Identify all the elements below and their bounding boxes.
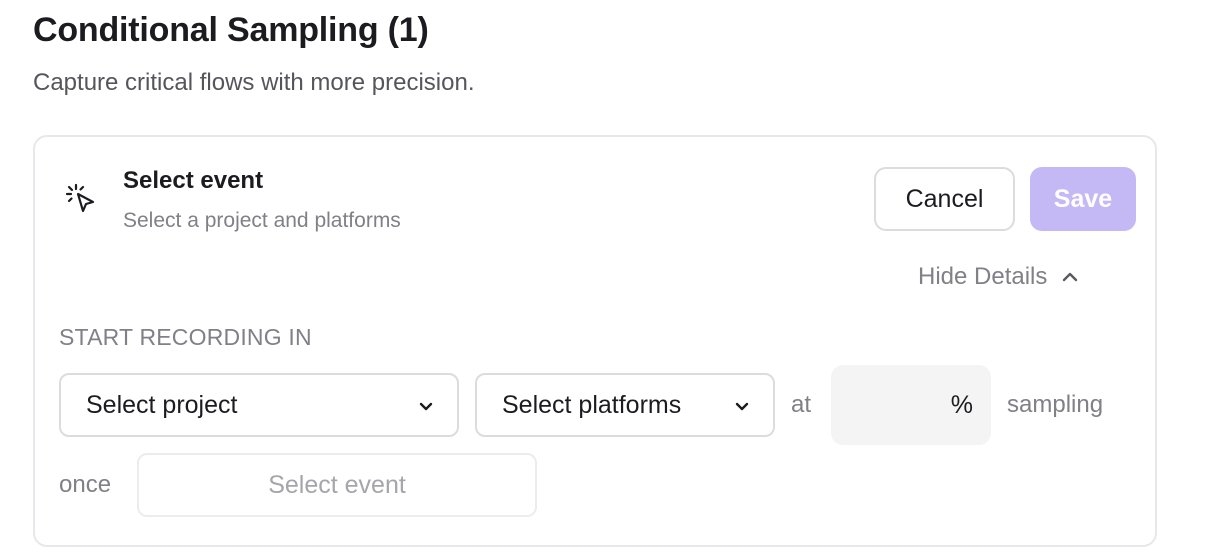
start-recording-label: START RECORDING IN (59, 324, 312, 350)
hide-details-label: Hide Details (918, 263, 1048, 290)
project-select[interactable]: Select project (59, 373, 459, 437)
chevron-up-icon (1063, 272, 1078, 282)
at-label: at (791, 391, 812, 418)
card-subheading: Select a project and platforms (123, 209, 401, 232)
platforms-select[interactable]: Select platforms (475, 373, 775, 437)
sampling-percent-input[interactable]: % (831, 365, 991, 445)
conditional-sampling-page: Conditional Sampling (1) Capture critica… (0, 0, 1212, 554)
page-title: Conditional Sampling (1) (33, 11, 429, 49)
once-label: once (59, 471, 112, 498)
chevron-down-icon (419, 402, 433, 411)
platforms-select-value: Select platforms (502, 390, 682, 419)
card-heading: Select event (123, 167, 264, 194)
cursor-click-icon (65, 183, 95, 213)
percent-suffix: % (950, 390, 973, 419)
sampling-label: sampling (1007, 391, 1104, 418)
chevron-down-icon (735, 402, 749, 411)
save-button[interactable]: Save (1030, 167, 1136, 231)
sampling-rule-card: Select event Select a project and platfo… (33, 135, 1157, 547)
page-subtitle: Capture critical flows with more precisi… (33, 69, 475, 96)
event-select-placeholder: Select event (268, 470, 406, 499)
cancel-button[interactable]: Cancel (874, 167, 1015, 231)
event-select[interactable]: Select event (137, 453, 537, 517)
project-select-value: Select project (86, 390, 238, 419)
hide-details-toggle[interactable]: Hide Details (918, 261, 1079, 293)
